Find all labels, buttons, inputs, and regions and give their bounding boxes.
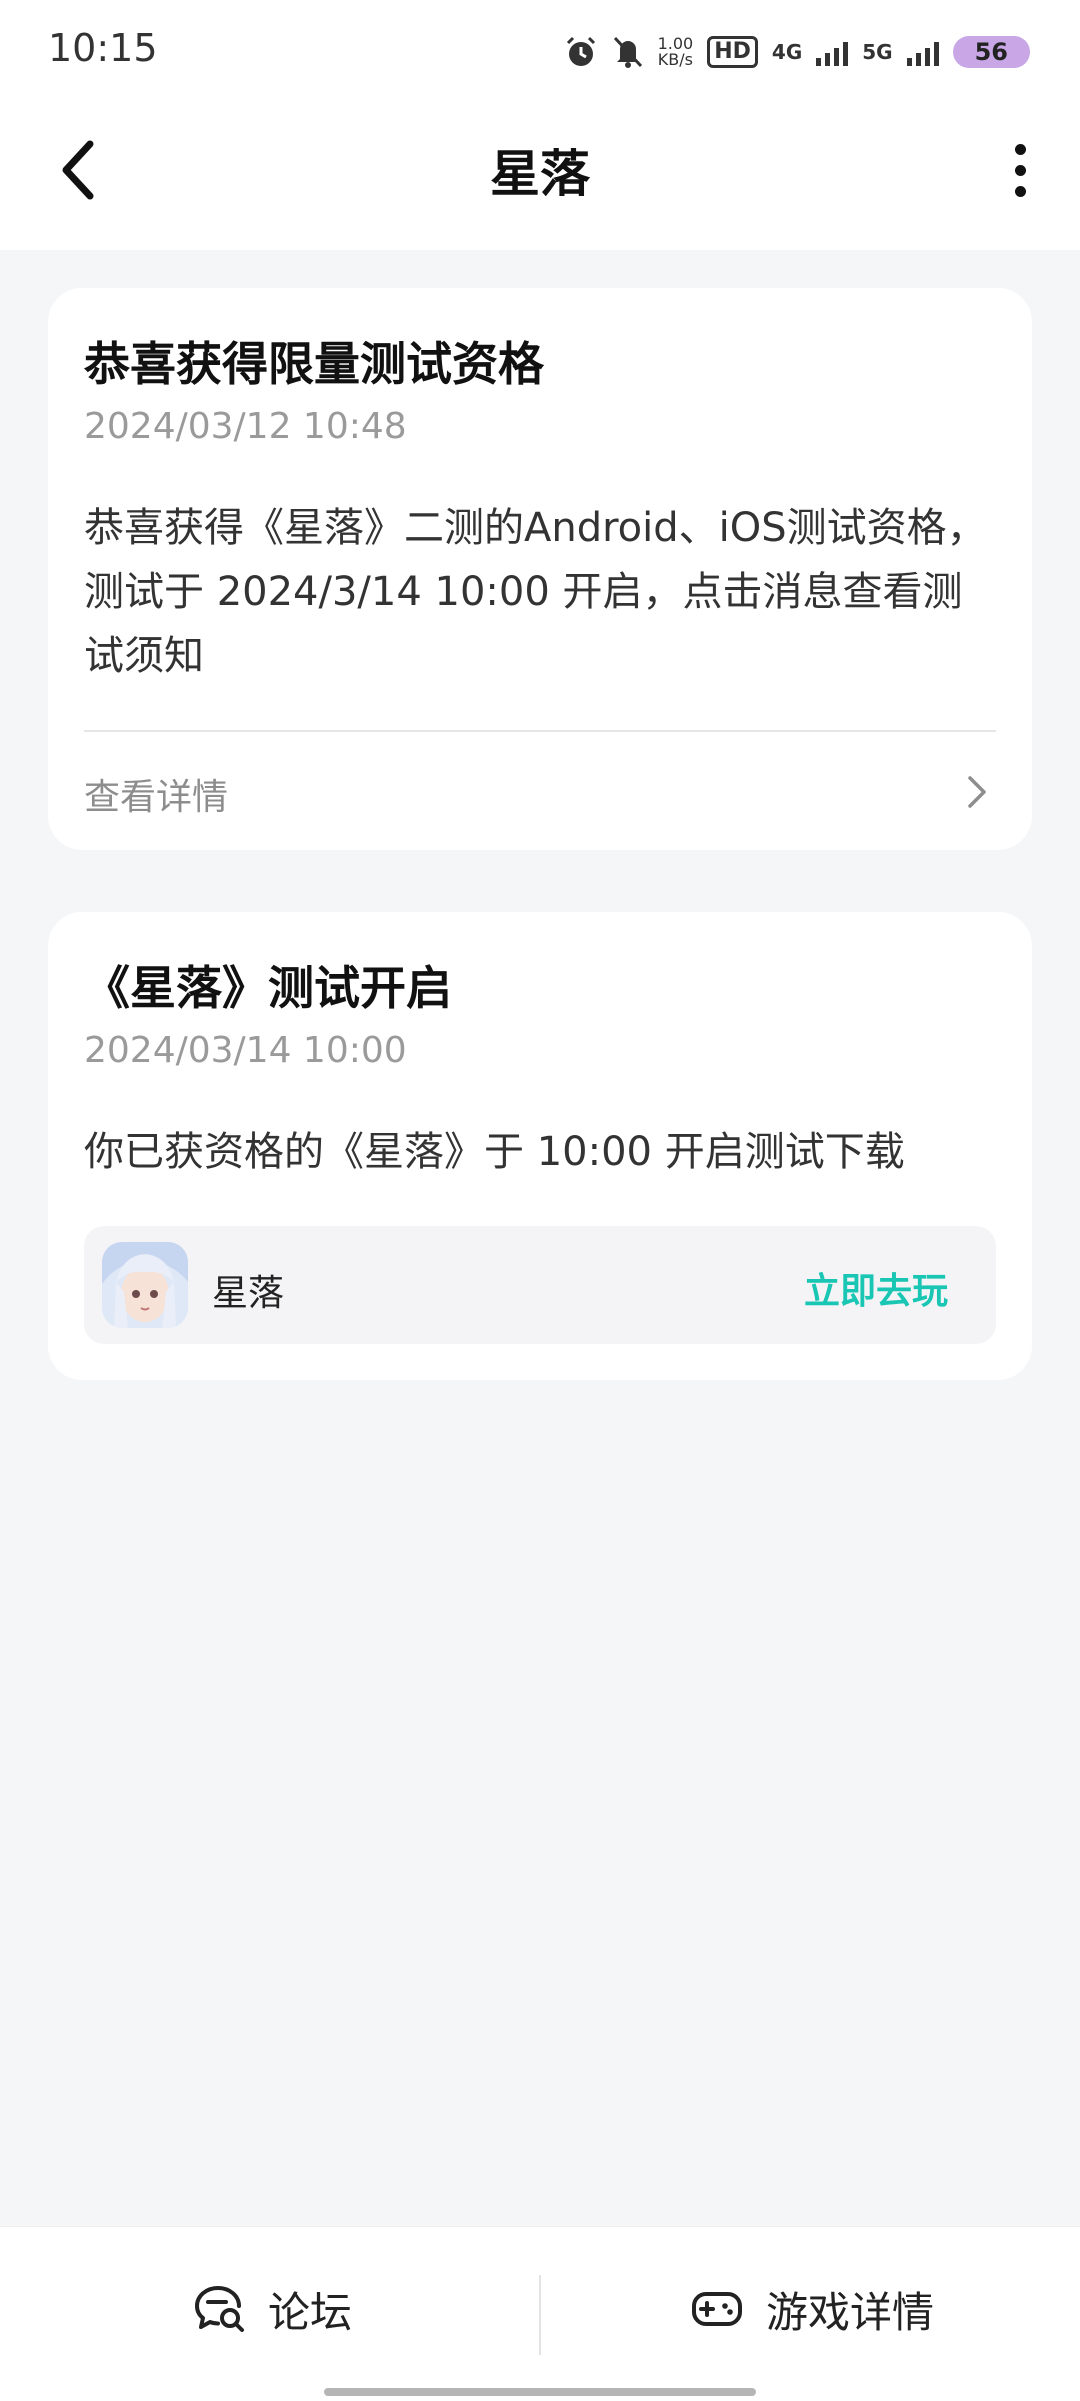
network-5g: 5G	[862, 40, 893, 64]
signal-icon	[816, 38, 849, 66]
divider	[84, 730, 996, 732]
forum-label: 论坛	[268, 2287, 353, 2337]
speed-unit: KB/s	[657, 50, 693, 69]
game-name: 星落	[212, 1273, 285, 1314]
network-4g: 4G	[771, 40, 803, 64]
game-detail-label: 游戏详情	[766, 2287, 935, 2337]
network-speed: 1.00 KB/s	[658, 36, 694, 68]
more-vertical-icon	[1014, 143, 1026, 155]
page-title: 星落	[490, 145, 590, 203]
message-time: 2024/03/14 10:00	[84, 1030, 407, 1071]
message-body: 你已获资格的《星落》于 10:00 开启测试下载	[84, 1129, 905, 1175]
message-title: 《星落》测试开启	[84, 961, 452, 1015]
view-details-link[interactable]: 查看详情	[84, 758, 996, 824]
mute-icon	[613, 36, 642, 68]
chat-search-icon	[195, 2286, 244, 2332]
alarm-icon	[566, 36, 595, 66]
status-time: 10:15	[48, 26, 158, 70]
more-button[interactable]	[990, 130, 1050, 210]
play-now-button[interactable]: 立即去玩	[804, 1262, 948, 1314]
chevron-right-icon	[968, 776, 986, 808]
game-entry[interactable]: 星落 立即去玩	[84, 1226, 996, 1344]
view-details-label: 查看详情	[84, 777, 229, 818]
message-card[interactable]: 恭喜获得限量测试资格 2024/03/12 10:48 恭喜获得《星落》二测的A…	[48, 288, 1032, 850]
status-icons: 1.00 KB/s HD 4G 5G 56	[564, 30, 1030, 74]
more-dot	[1014, 164, 1026, 176]
forum-tab[interactable]: 论坛	[192, 2279, 352, 2339]
message-body: 恭喜获得《星落》二测的Android、iOS测试资格，测试于 2024/3/14…	[84, 505, 987, 679]
game-detail-tab[interactable]: 游戏详情	[690, 2279, 934, 2339]
battery-indicator: 56	[952, 36, 1030, 68]
nav-divider	[539, 2275, 541, 2355]
more-dot	[1014, 185, 1026, 197]
status-bar: 10:15 1.00 KB/s HD 4G 5G 56	[0, 0, 1080, 100]
bottom-nav: 论坛 游戏详情	[0, 2226, 1080, 2401]
gamepad-icon	[692, 2292, 742, 2326]
home-indicator[interactable]	[324, 2388, 756, 2396]
game-icon	[102, 1242, 188, 1328]
signal-icon-2	[906, 38, 939, 66]
message-title: 恭喜获得限量测试资格	[84, 337, 544, 391]
app-bar: 星落	[0, 100, 1080, 250]
hd-badge: HD	[707, 36, 758, 68]
message-card[interactable]: 《星落》测试开启 2024/03/14 10:00 你已获资格的《星落》于 10…	[48, 912, 1032, 1380]
message-time: 2024/03/12 10:48	[84, 406, 407, 447]
